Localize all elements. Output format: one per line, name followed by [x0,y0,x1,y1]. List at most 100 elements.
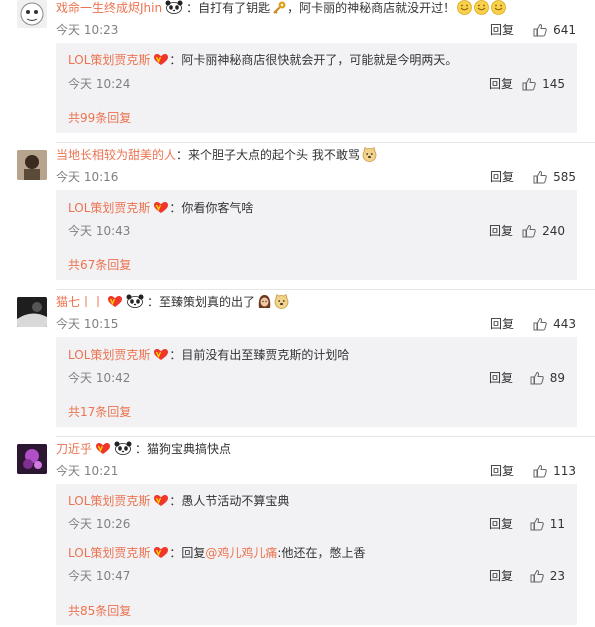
reply-text: ：目前没有出至臻贾克斯的计划哈 [169,348,350,362]
thumbs-up-icon [533,464,547,478]
reply-line: LOL策划贾克斯 ：你看你客气啥 [68,200,253,216]
comment-text: ：来个胆子大点的起个头 我不敢骂 [176,148,360,162]
username-link[interactable]: 刀近乎 [56,442,92,456]
like-button[interactable]: 443 [533,316,576,332]
thumbs-up-icon [533,170,547,184]
timestamp: 今天 10:16 [56,170,119,184]
more-replies-link[interactable]: 共17条回复 [68,403,131,420]
thumbs-up-icon [530,517,544,531]
reply-button[interactable]: 回复 [490,463,514,479]
avatar[interactable] [17,444,47,474]
reply-text-prefix: ：回复 [169,546,206,560]
reply-button[interactable]: 回复 [489,516,513,532]
like-button[interactable]: 240 [522,223,565,239]
comment-text-continued: ，阿卡丽的神秘商店就没开过！ [287,1,456,15]
username-link[interactable]: LOL策划贾克斯 [68,348,150,362]
girl-emoji-icon [257,294,272,309]
comment-text: ：猫狗宝典搞快点 [135,442,232,456]
like-button[interactable]: 145 [522,76,565,92]
reply-line: LOL策划贾克斯 ：回复@鸡儿鸡儿痛:他还在，憋上香 [68,545,365,561]
reply-button[interactable]: 回复 [489,76,513,92]
like-button[interactable]: 585 [533,169,576,185]
reply-box: LOL策划贾克斯 ：愚人节活动不算宝典 今天 10:26 回复 11 LOL策划贾… [56,484,577,625]
reply-button[interactable]: 回复 [489,568,513,584]
timestamp: 今天 10:21 [56,464,119,478]
divider [56,289,595,290]
timestamp: 今天 10:47 [68,569,131,583]
verified-badge-icon [153,494,169,507]
more-replies-link[interactable]: 共99条回复 [68,109,131,126]
comment-line: 猫七丨丨 ：至臻策划真的出了 [56,294,289,310]
username-link[interactable]: LOL策划贾克斯 [68,494,150,508]
panda-icon [126,294,144,308]
timestamp: 今天 10:26 [68,517,131,531]
like-count: 145 [542,77,565,91]
like-count: 89 [549,371,565,385]
like-button[interactable]: 641 [533,22,576,38]
like-count: 641 [553,23,576,37]
like-count: 113 [553,464,576,478]
verified-badge-icon [153,348,169,361]
comment-meta: 今天 10:23 回复 641 [56,22,576,38]
like-button[interactable]: 113 [533,463,576,479]
comment-line: 刀近乎 ：猫狗宝典搞快点 [56,441,231,457]
timestamp: 今天 10:24 [68,77,131,91]
username-link[interactable]: LOL策划贾克斯 [68,53,150,67]
username-link[interactable]: 猫七丨丨 [56,295,104,309]
panda-icon [165,0,183,14]
like-count: 585 [553,170,576,184]
like-button[interactable]: 23 [530,568,565,584]
username-link[interactable]: LOL策划贾克斯 [68,546,150,560]
timestamp: 今天 10:15 [56,317,119,331]
like-button[interactable]: 11 [530,516,565,532]
divider [56,436,595,437]
reply-button[interactable]: 回复 [490,316,514,332]
reply-text: ：愚人节活动不算宝典 [169,494,290,508]
thumbs-up-icon [530,371,544,385]
more-replies-link[interactable]: 共85条回复 [68,602,131,619]
username-link[interactable]: 戏命一生终成烬Jhin [56,1,162,15]
reply-text: ：你看你客气啥 [169,201,254,215]
panda-icon [114,441,132,455]
avatar[interactable] [17,150,47,180]
reply-box: LOL策划贾克斯 ：你看你客气啥 今天 10:43 回复 240 共67条回复 [56,190,577,280]
username-link[interactable]: LOL策划贾克斯 [68,201,150,215]
reply-text: ：阿卡丽神秘商店很快就会开了，可能就是今明两天。 [169,53,458,67]
mention-link[interactable]: @鸡儿鸡儿痛 [205,546,277,560]
reply-box: LOL策划贾克斯 ：目前没有出至臻贾克斯的计划哈 今天 10:42 回复 89 共… [56,337,577,427]
more-replies-link[interactable]: 共67条回复 [68,256,131,273]
comment-line: 戏命一生终成烬Jhin ：自打有了钥匙 ，阿卡丽的神秘商店就没开过！ [56,0,506,16]
smile-emoji-icon [457,0,472,15]
comment-text: ：自打有了钥匙 [186,1,271,15]
reply-line: LOL策划贾克斯 ：愚人节活动不算宝典 [68,493,289,509]
reply-button[interactable]: 回复 [490,22,514,38]
verified-badge-icon [153,53,169,66]
reply-meta: 今天 10:42 回复 89 [68,370,565,386]
reply-button[interactable]: 回复 [490,169,514,185]
timestamp: 今天 10:42 [68,371,131,385]
thumbs-up-icon [530,569,544,583]
like-button[interactable]: 89 [530,370,565,386]
comment-text: ：至臻策划真的出了 [147,295,256,309]
comment-meta: 今天 10:16 回复 585 [56,169,576,185]
avatar[interactable] [17,297,47,327]
avatar[interactable] [17,0,47,28]
reply-meta: 今天 10:24 回复 145 [68,76,565,92]
like-count: 11 [549,517,565,531]
like-count: 240 [542,224,565,238]
reply-meta: 今天 10:47 回复 23 [68,568,565,584]
comment-line: 当地长相较为甜美的人：来个胆子大点的起个头 我不敢骂 [56,147,377,163]
username-link[interactable]: 当地长相较为甜美的人 [56,148,176,162]
thumbs-up-icon [533,23,547,37]
reply-meta: 今天 10:43 回复 240 [68,223,565,239]
comment-meta: 今天 10:21 回复 113 [56,463,576,479]
thumbs-up-icon [533,317,547,331]
like-count: 443 [553,317,576,331]
reply-box: LOL策划贾克斯 ：阿卡丽神秘商店很快就会开了，可能就是今明两天。 今天 10:2… [56,43,577,133]
reply-button[interactable]: 回复 [489,370,513,386]
reply-button[interactable]: 回复 [489,223,513,239]
key-emoji-icon [272,0,287,15]
timestamp: 今天 10:23 [56,23,119,37]
reply-meta: 今天 10:26 回复 11 [68,516,565,532]
thumbs-up-icon [522,224,536,238]
